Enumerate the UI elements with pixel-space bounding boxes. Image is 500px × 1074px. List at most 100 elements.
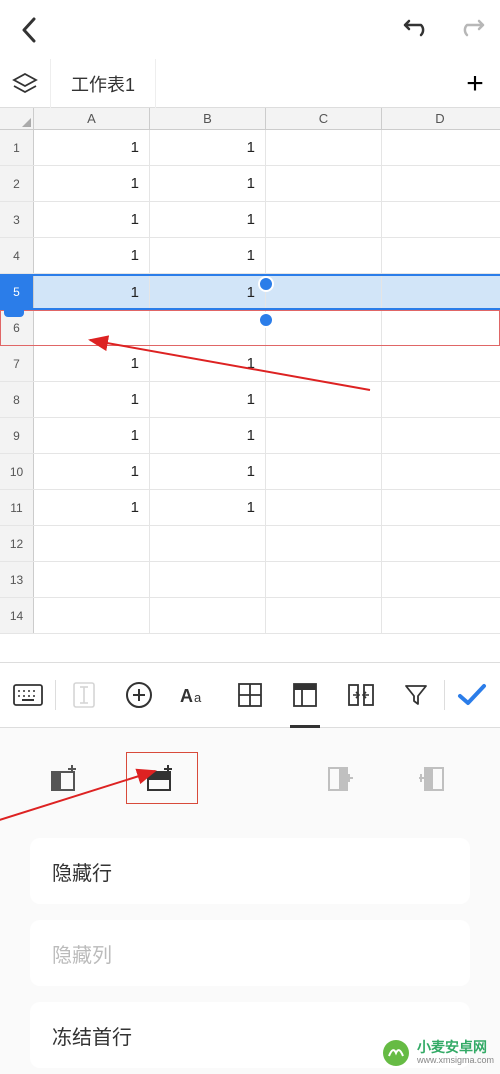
cell[interactable]: 1	[150, 418, 266, 453]
cell[interactable]	[382, 526, 498, 561]
cell[interactable]	[266, 202, 382, 237]
cell[interactable]	[266, 310, 382, 345]
cell[interactable]	[150, 598, 266, 633]
cell[interactable]	[266, 418, 382, 453]
cell[interactable]: 1	[34, 490, 150, 525]
col-header-a[interactable]: A	[34, 108, 150, 129]
selection-handle-bottom[interactable]	[258, 312, 274, 328]
col-header-b[interactable]: B	[150, 108, 266, 129]
cell[interactable]	[266, 346, 382, 381]
cell[interactable]	[382, 130, 498, 165]
row-header[interactable]: 10	[0, 454, 34, 489]
filter-button[interactable]	[388, 671, 443, 719]
table-row[interactable]: 111	[0, 130, 500, 166]
table-row[interactable]: 12	[0, 526, 500, 562]
select-all-corner[interactable]	[0, 108, 34, 129]
cell[interactable]	[382, 346, 498, 381]
cell[interactable]: 1	[150, 276, 266, 308]
row-header[interactable]: 3	[0, 202, 34, 237]
table-row[interactable]: 13	[0, 562, 500, 598]
borders-button[interactable]	[222, 671, 277, 719]
back-button[interactable]	[14, 15, 44, 45]
cell[interactable]	[382, 382, 498, 417]
cell[interactable]: 1	[34, 276, 150, 308]
cell[interactable]	[34, 526, 150, 561]
text-format-button[interactable]: Aa	[167, 671, 222, 719]
cell[interactable]: 1	[34, 418, 150, 453]
insert-left-tab[interactable]	[398, 752, 470, 804]
cell[interactable]	[382, 490, 498, 525]
cell[interactable]: 1	[34, 166, 150, 201]
cell[interactable]: 1	[34, 454, 150, 489]
cell[interactable]	[382, 202, 498, 237]
row-header[interactable]: 12	[0, 526, 34, 561]
cell[interactable]	[266, 562, 382, 597]
redo-button[interactable]	[456, 15, 486, 45]
cell[interactable]: 1	[150, 346, 266, 381]
undo-button[interactable]	[402, 15, 432, 45]
cell[interactable]	[266, 526, 382, 561]
cell[interactable]	[266, 490, 382, 525]
cell[interactable]: 1	[150, 166, 266, 201]
cell[interactable]	[150, 526, 266, 561]
merge-button[interactable]	[333, 671, 388, 719]
cell[interactable]	[266, 276, 382, 308]
selection-handle-top[interactable]	[258, 276, 274, 292]
cell[interactable]	[266, 166, 382, 201]
add-sheet-button[interactable]: +	[450, 67, 500, 101]
table-row[interactable]: 711	[0, 346, 500, 382]
table-row[interactable]: 14	[0, 598, 500, 634]
table-row[interactable]: 911	[0, 418, 500, 454]
col-header-d[interactable]: D	[382, 108, 498, 129]
row-header[interactable]: 2	[0, 166, 34, 201]
cell[interactable]	[266, 130, 382, 165]
row-header[interactable]: 9	[0, 418, 34, 453]
cell[interactable]	[382, 276, 498, 308]
insert-row-tab[interactable]	[126, 752, 198, 804]
keyboard-button[interactable]	[0, 671, 55, 719]
cell[interactable]	[266, 598, 382, 633]
table-row[interactable]: 511	[0, 274, 500, 310]
cell[interactable]	[150, 310, 266, 345]
cell[interactable]	[266, 454, 382, 489]
cell[interactable]	[382, 598, 498, 633]
insert-right-tab[interactable]	[302, 752, 374, 804]
insert-col-tab[interactable]	[30, 752, 102, 804]
cell[interactable]: 1	[150, 454, 266, 489]
table-row[interactable]: 311	[0, 202, 500, 238]
cell[interactable]: 1	[34, 346, 150, 381]
table-row[interactable]: 811	[0, 382, 500, 418]
cell[interactable]	[266, 238, 382, 273]
cell[interactable]: 1	[150, 130, 266, 165]
row-header[interactable]: 13	[0, 562, 34, 597]
cell[interactable]: 1	[150, 202, 266, 237]
cell[interactable]	[34, 598, 150, 633]
cell[interactable]	[382, 310, 498, 345]
table-row[interactable]: 411	[0, 238, 500, 274]
row-header[interactable]: 11	[0, 490, 34, 525]
cell[interactable]	[382, 562, 498, 597]
cell[interactable]: 1	[150, 238, 266, 273]
cell[interactable]	[150, 562, 266, 597]
table-row[interactable]: 1011	[0, 454, 500, 490]
col-header-c[interactable]: C	[266, 108, 382, 129]
row-header[interactable]: 5	[0, 276, 34, 308]
cell[interactable]	[266, 382, 382, 417]
cell[interactable]	[34, 562, 150, 597]
text-cursor-button[interactable]	[56, 671, 111, 719]
spreadsheet-grid[interactable]: A B C D 11121131141151167118119111011111…	[0, 108, 500, 634]
cell[interactable]: 1	[150, 382, 266, 417]
cell[interactable]	[382, 238, 498, 273]
row-header[interactable]: 8	[0, 382, 34, 417]
table-ops-button[interactable]	[278, 671, 333, 719]
cell[interactable]	[382, 418, 498, 453]
panel-hide-row[interactable]: 隐藏行	[30, 838, 470, 904]
sheets-menu-button[interactable]	[0, 73, 50, 95]
cell[interactable]	[382, 454, 498, 489]
row-header[interactable]: 14	[0, 598, 34, 633]
table-row[interactable]: 1111	[0, 490, 500, 526]
confirm-button[interactable]	[445, 671, 500, 719]
cell[interactable]: 1	[150, 490, 266, 525]
cell[interactable]: 1	[34, 382, 150, 417]
cell[interactable]: 1	[34, 130, 150, 165]
